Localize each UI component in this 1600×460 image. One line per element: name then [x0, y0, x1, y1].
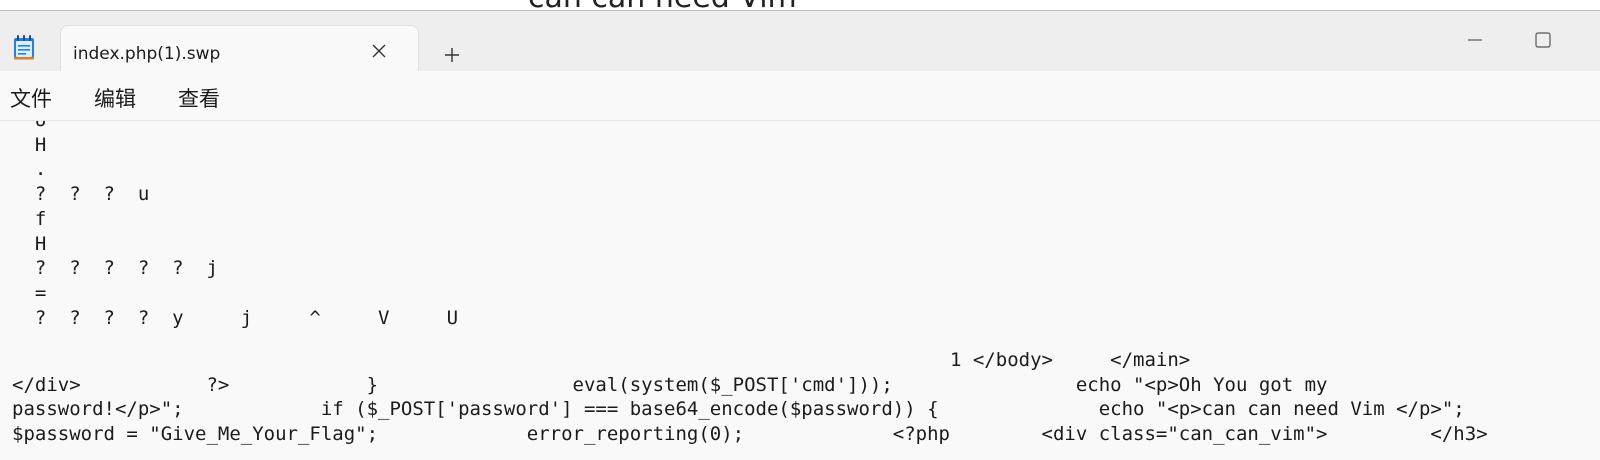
editor-line: H — [12, 133, 47, 156]
notepad-icon — [13, 35, 35, 60]
editor-line: f — [12, 207, 47, 230]
plus-icon — [445, 48, 459, 62]
editor-line: 1 </body> </main> — [12, 349, 1191, 371]
editor-line: U — [12, 121, 46, 133]
background-window-title: can can need Vim — [528, 0, 797, 10]
editor-line: ? ? ? ? ? j — [12, 257, 218, 280]
editor-line: password!</p>"; if ($_POST['password'] =… — [12, 398, 1465, 421]
editor-line: ? ? ? ? y j ^ V U — [12, 306, 459, 329]
menu-edit[interactable]: 编辑 — [94, 83, 136, 113]
editor-line: ? ? ? u — [12, 183, 150, 206]
editor-line: $password = "Give_Me_Your_Flag"; error_r… — [12, 423, 1488, 446]
editor-line: = — [12, 281, 47, 304]
title-bar: index.php(1).swp — [0, 11, 1600, 82]
menu-bar: 文件 编辑 查看 — [0, 71, 1600, 121]
editor-line: H — [12, 232, 47, 255]
maximize-icon — [1535, 32, 1551, 48]
editor-line: . — [12, 158, 47, 181]
menu-view[interactable]: 查看 — [178, 83, 220, 113]
minimize-icon — [1468, 39, 1482, 41]
menu-file[interactable]: 文件 — [10, 83, 52, 113]
editor-line: </div> ?> } eval(system($_POST['cmd']));… — [12, 373, 1328, 396]
text-editor[interactable]: U H . ? ? ? u f H ? ? ? ? ? j = ? ? ? ? … — [0, 121, 1600, 460]
close-icon — [372, 44, 386, 58]
close-tab-button[interactable] — [366, 38, 392, 64]
new-tab-button[interactable] — [438, 41, 466, 69]
maximize-button[interactable] — [1530, 27, 1556, 53]
background-window: can can need Vim — [0, 0, 1600, 11]
minimize-button[interactable] — [1462, 27, 1488, 53]
tab-title: index.php(1).swp — [73, 44, 221, 64]
